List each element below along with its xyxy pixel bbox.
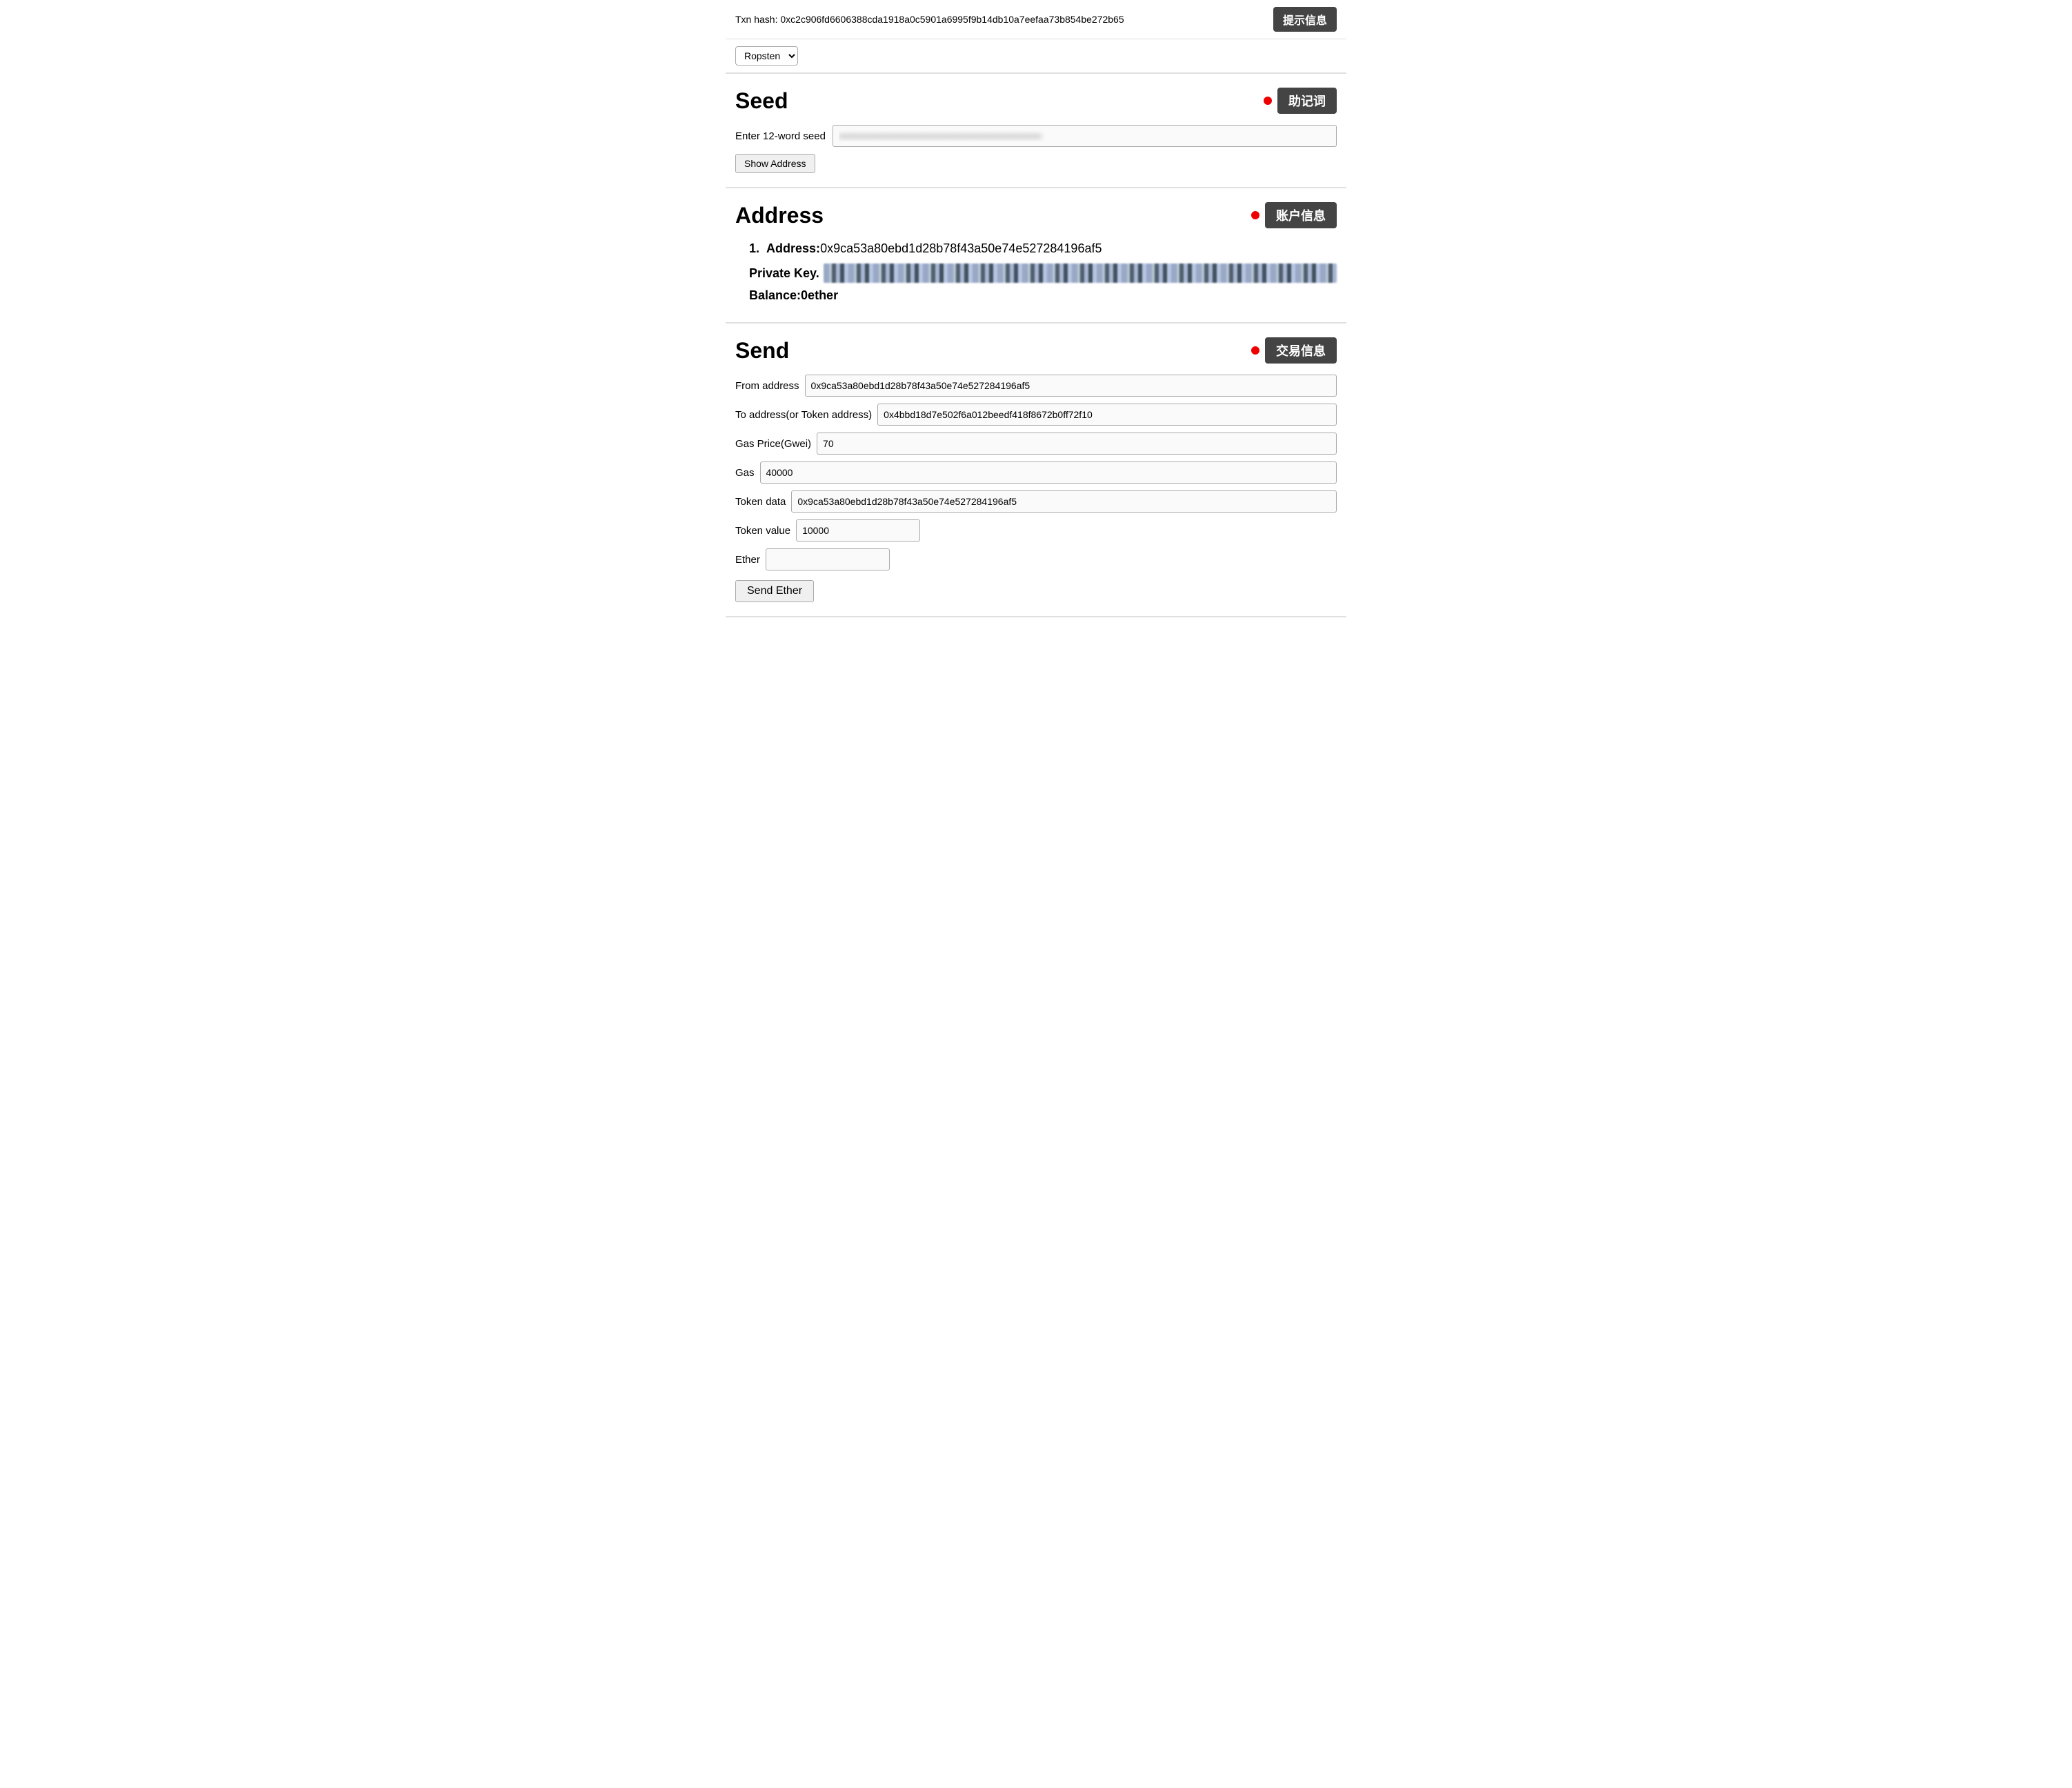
send-section: Send 交易信息 From address To address(or Tok… — [726, 324, 1346, 617]
send-badge-wrapper: 交易信息 — [1251, 337, 1337, 364]
balance-label: Balance: — [749, 288, 801, 302]
address-section-header: Address 账户信息 — [735, 202, 1337, 228]
address-label: Address: — [766, 241, 820, 255]
show-address-button[interactable]: Show Address — [735, 154, 815, 173]
seed-section-header: Seed 助记词 — [735, 88, 1337, 114]
txn-bar: Txn hash: 0xc2c906fd6606388cda1918a0c590… — [726, 0, 1346, 39]
seed-badge: 助记词 — [1277, 88, 1337, 114]
txn-tooltip-badge: 提示信息 — [1273, 7, 1337, 32]
ether-row: Ether — [735, 548, 1337, 570]
network-select[interactable]: Ropsten Mainnet Kovan Rinkeby — [735, 46, 798, 66]
address-section: Address 账户信息 1. Address:0x9ca53a80ebd1d2… — [726, 188, 1346, 324]
gas-input[interactable] — [760, 461, 1337, 484]
gas-row: Gas — [735, 461, 1337, 484]
balance-value: 0ether — [801, 288, 838, 302]
seed-input[interactable] — [833, 125, 1337, 147]
private-key-blurred — [824, 264, 1337, 283]
gas-price-label: Gas Price(Gwei) — [735, 438, 811, 450]
address-red-dot — [1251, 211, 1259, 219]
private-key-line: Private Key. — [749, 264, 1337, 283]
balance-line: Balance:0ether — [749, 288, 1337, 303]
from-address-label: From address — [735, 380, 799, 392]
seed-input-label: Enter 12-word seed — [735, 130, 826, 142]
to-address-input[interactable] — [877, 404, 1337, 426]
address-item: 1. Address:0x9ca53a80ebd1d28b78f43a50e74… — [749, 239, 1337, 303]
address-index: 1. — [749, 241, 759, 255]
address-title: Address — [735, 203, 824, 228]
to-address-label: To address(or Token address) — [735, 409, 872, 421]
to-address-row: To address(or Token address) — [735, 404, 1337, 426]
seed-title: Seed — [735, 88, 788, 114]
gas-price-row: Gas Price(Gwei) — [735, 433, 1337, 455]
seed-red-dot — [1264, 97, 1272, 105]
send-red-dot — [1251, 346, 1259, 355]
network-bar: Ropsten Mainnet Kovan Rinkeby — [726, 39, 1346, 74]
token-value-input[interactable] — [796, 519, 920, 542]
from-address-row: From address — [735, 375, 1337, 397]
send-section-header: Send 交易信息 — [735, 337, 1337, 364]
address-value: 0x9ca53a80ebd1d28b78f43a50e74e527284196a… — [820, 241, 1102, 255]
token-value-row: Token value — [735, 519, 1337, 542]
address-line: 1. Address:0x9ca53a80ebd1d28b78f43a50e74… — [749, 239, 1337, 258]
token-data-row: Token data — [735, 490, 1337, 513]
gas-price-input[interactable] — [817, 433, 1337, 455]
private-key-label: Private Key. — [749, 266, 819, 281]
seed-section: Seed 助记词 Enter 12-word seed Show Address — [726, 74, 1346, 188]
gas-label: Gas — [735, 467, 755, 479]
send-title: Send — [735, 338, 789, 364]
address-badge-wrapper: 账户信息 — [1251, 202, 1337, 228]
send-ether-button[interactable]: Send Ether — [735, 580, 814, 602]
from-address-input[interactable] — [805, 375, 1337, 397]
seed-input-row: Enter 12-word seed — [735, 125, 1337, 147]
send-form: From address To address(or Token address… — [735, 375, 1337, 602]
token-data-label: Token data — [735, 496, 786, 508]
token-data-input[interactable] — [791, 490, 1337, 513]
txn-hash-text: Txn hash: 0xc2c906fd6606388cda1918a0c590… — [735, 14, 1266, 25]
seed-badge-wrapper: 助记词 — [1264, 88, 1337, 114]
send-badge: 交易信息 — [1265, 337, 1337, 364]
ether-label: Ether — [735, 554, 760, 566]
ether-input[interactable] — [766, 548, 890, 570]
address-badge: 账户信息 — [1265, 202, 1337, 228]
token-value-label: Token value — [735, 525, 790, 537]
